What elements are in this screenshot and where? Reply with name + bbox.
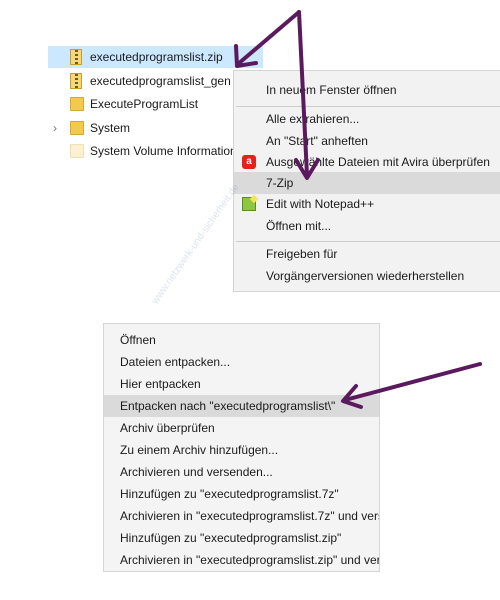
arrow-to-extract [343,362,482,402]
annotation-arrows [234,10,482,409]
arrow-to-zip-file [236,10,301,66]
arrow-to-7zip [297,10,309,177]
